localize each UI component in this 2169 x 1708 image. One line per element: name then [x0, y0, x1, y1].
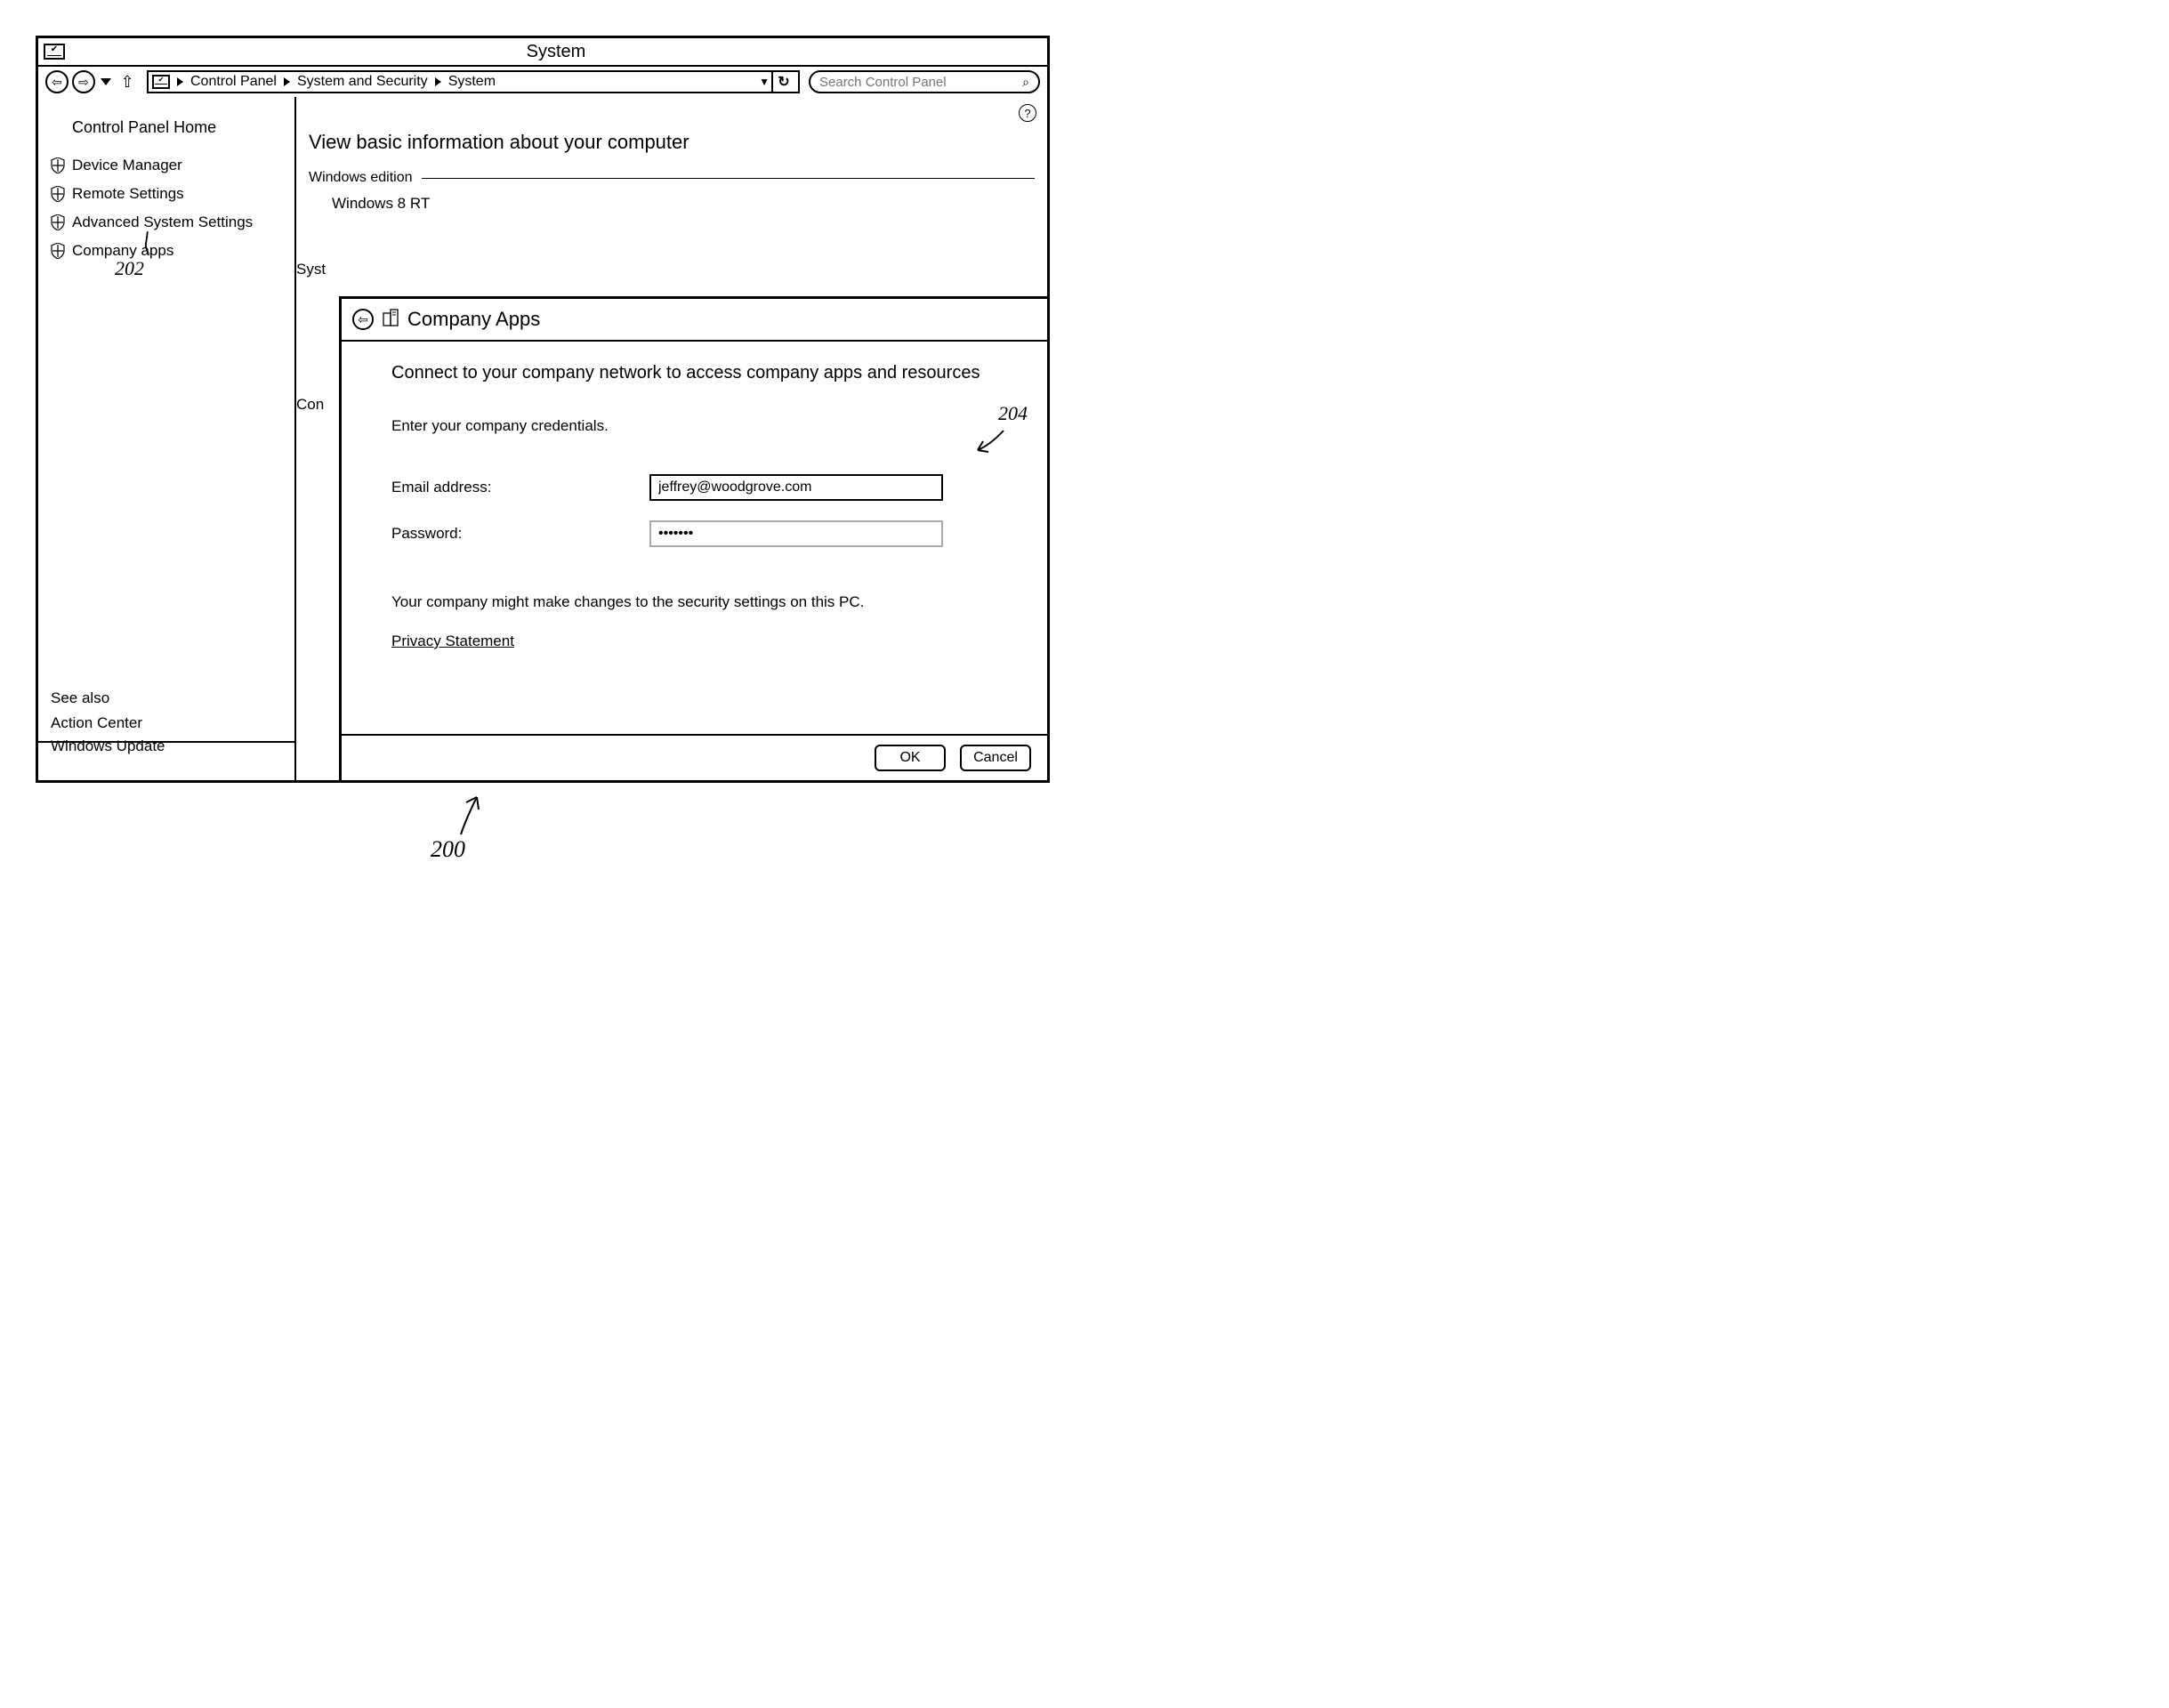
status-bar [38, 741, 296, 780]
sidebar-item-advanced-settings[interactable]: Advanced System Settings [51, 214, 282, 231]
dialog-headline: Connect to your company network to acces… [391, 363, 997, 383]
company-apps-dialog: ⇦ Company Apps Connect to your company n… [339, 296, 1047, 780]
window-title: System [65, 42, 1047, 62]
windows-edition-value: Windows 8 RT [332, 195, 1035, 213]
toolbar: ⇦ ⇨ ⇧ ✔ Control Panel System and Securit… [38, 67, 1047, 97]
section-windows-edition: Windows edition [309, 170, 1035, 186]
partial-text-con: Con [296, 396, 324, 414]
search-input[interactable] [819, 75, 1022, 90]
ok-button[interactable]: OK [875, 745, 946, 771]
control-panel-home-link[interactable]: Control Panel Home [72, 118, 282, 137]
email-field[interactable] [649, 474, 943, 501]
sidebar-item-label: Remote Settings [72, 185, 184, 203]
email-label: Email address: [391, 479, 649, 496]
sidebar-item-device-manager[interactable]: Device Manager [51, 157, 282, 174]
shield-icon [51, 214, 65, 230]
address-bar[interactable]: ✔ Control Panel System and Security Syst… [147, 70, 800, 93]
privacy-statement-link[interactable]: Privacy Statement [391, 632, 514, 650]
history-dropdown-icon[interactable] [101, 78, 111, 85]
back-button[interactable]: ⇦ [45, 70, 69, 93]
dialog-footer: OK Cancel [342, 734, 1047, 780]
dialog-back-button[interactable]: ⇦ [352, 309, 374, 330]
shield-icon [51, 186, 65, 202]
forward-button[interactable]: ⇨ [72, 70, 95, 93]
sidebar-item-label: Advanced System Settings [72, 214, 253, 231]
titlebar: ✔ System [38, 38, 1047, 67]
breadcrumb-1[interactable]: System and Security [297, 74, 428, 90]
shield-icon [51, 157, 65, 173]
annotation-arrow-icon [454, 792, 489, 836]
section-label: Windows edition [309, 170, 413, 186]
dialog-header: ⇦ Company Apps [342, 299, 1047, 342]
section-divider [422, 178, 1036, 179]
address-icon: ✔ [152, 75, 170, 89]
annotation-arrow-icon [972, 429, 1008, 455]
shield-icon [51, 243, 65, 259]
annotation-202: 202 [115, 257, 144, 280]
chevron-right-icon [177, 77, 183, 86]
password-field[interactable] [649, 520, 943, 547]
help-icon[interactable]: ? [1019, 104, 1036, 122]
search-icon: ⌕ [1022, 75, 1029, 90]
email-row: Email address: [391, 474, 997, 501]
partial-text-syst: Syst [296, 261, 326, 278]
search-box[interactable]: ⌕ [809, 70, 1040, 93]
address-dropdown-icon[interactable]: ▼ [759, 76, 770, 88]
system-window: ✔ System ⇦ ⇨ ⇧ ✔ Control Panel System an… [36, 36, 1050, 783]
control-panel-icon: ✔ [44, 44, 65, 60]
see-also-title: See also [51, 689, 282, 707]
see-also-action-center[interactable]: Action Center [51, 714, 282, 732]
cancel-button[interactable]: Cancel [960, 745, 1031, 771]
password-label: Password: [391, 525, 649, 543]
building-icon [383, 309, 399, 331]
chevron-right-icon [284, 77, 290, 86]
security-notice: Your company might make changes to the s… [391, 593, 997, 611]
sidebar: Control Panel Home Device Manager Remote… [38, 97, 296, 780]
breadcrumb-0[interactable]: Control Panel [190, 74, 277, 90]
dialog-title: Company Apps [407, 308, 540, 331]
page-title: View basic information about your comput… [309, 131, 1035, 154]
chevron-right-icon [435, 77, 441, 86]
annotation-204: 204 [998, 402, 1028, 425]
password-row: Password: [391, 520, 997, 547]
dialog-body: Connect to your company network to acces… [342, 342, 1047, 734]
sidebar-item-company-apps[interactable]: Company apps [51, 242, 282, 260]
annotation-200: 200 [431, 836, 465, 863]
sidebar-item-label: Device Manager [72, 157, 182, 174]
dialog-instruction: Enter your company credentials. [391, 417, 997, 435]
refresh-button[interactable]: ↻ [771, 71, 794, 93]
sidebar-item-remote-settings[interactable]: Remote Settings [51, 185, 282, 203]
up-button[interactable]: ⇧ [117, 73, 138, 92]
breadcrumb-2[interactable]: System [448, 74, 496, 90]
